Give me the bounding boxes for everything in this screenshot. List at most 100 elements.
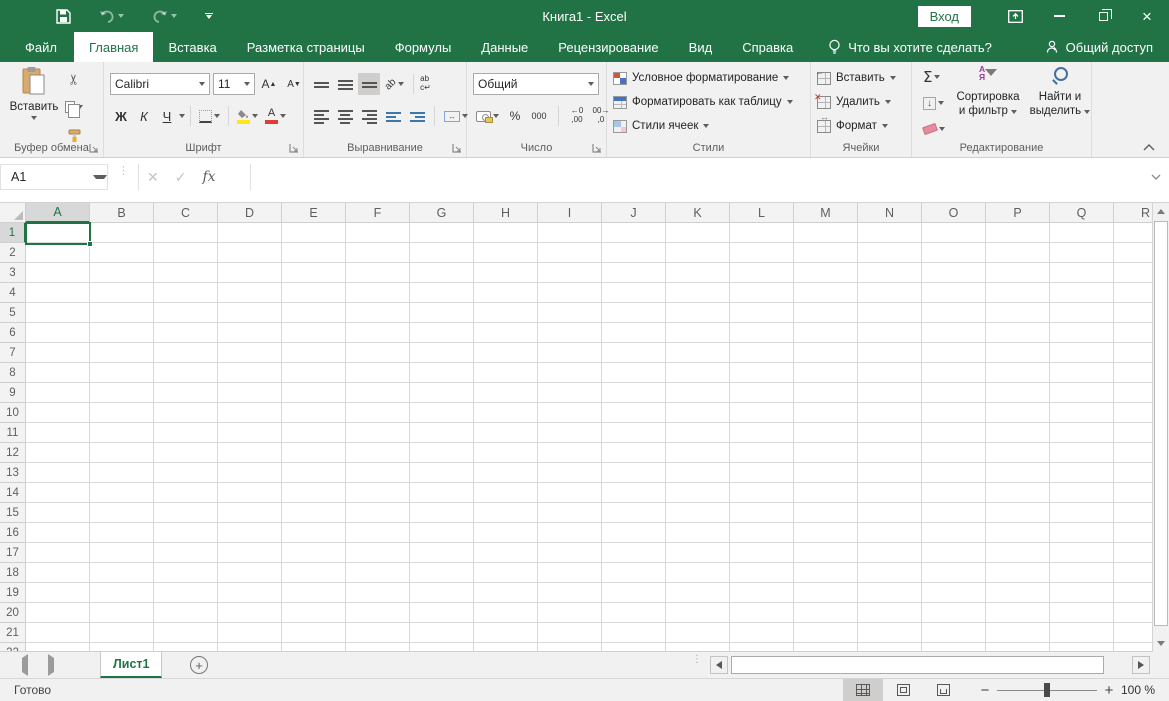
cell-H14[interactable] [474, 483, 538, 503]
paste-button[interactable]: Вставить [8, 66, 60, 144]
hscroll-left-button[interactable] [710, 656, 728, 674]
cell-I14[interactable] [538, 483, 602, 503]
cell-L6[interactable] [730, 323, 794, 343]
cell-I9[interactable] [538, 383, 602, 403]
accounting-format-button[interactable] [473, 105, 502, 127]
cell-O13[interactable] [922, 463, 986, 483]
cell-H5[interactable] [474, 303, 538, 323]
cell-D2[interactable] [218, 243, 282, 263]
fill-color-button[interactable] [234, 105, 261, 127]
cell-Q9[interactable] [1050, 383, 1114, 403]
cell-E15[interactable] [282, 503, 346, 523]
cell-O14[interactable] [922, 483, 986, 503]
zoom-in-button[interactable]: + [1101, 682, 1117, 699]
comma-style-button[interactable]: 000 [528, 105, 550, 127]
column-header-O[interactable]: O [922, 203, 986, 223]
cell-M14[interactable] [794, 483, 858, 503]
cell-N10[interactable] [858, 403, 922, 423]
cell-P20[interactable] [986, 603, 1050, 623]
cell-P1[interactable] [986, 223, 1050, 243]
cell-L22[interactable] [730, 643, 794, 652]
cell-G1[interactable] [410, 223, 474, 243]
cell-G17[interactable] [410, 543, 474, 563]
cell-styles-button[interactable]: Стили ячеек [613, 115, 793, 137]
cell-K7[interactable] [666, 343, 730, 363]
cell-J15[interactable] [602, 503, 666, 523]
cell-Q2[interactable] [1050, 243, 1114, 263]
cell-G22[interactable] [410, 643, 474, 652]
column-header-A[interactable]: A [26, 203, 90, 223]
cell-J7[interactable] [602, 343, 666, 363]
cell-H3[interactable] [474, 263, 538, 283]
cell-R22[interactable] [1114, 643, 1152, 652]
name-box[interactable]: A1 [0, 164, 108, 190]
cell-D10[interactable] [218, 403, 282, 423]
cell-N21[interactable] [858, 623, 922, 643]
cell-A16[interactable] [26, 523, 90, 543]
cell-E6[interactable] [282, 323, 346, 343]
cell-R7[interactable] [1114, 343, 1152, 363]
next-sheet-button[interactable] [48, 658, 54, 672]
cell-G6[interactable] [410, 323, 474, 343]
cell-L3[interactable] [730, 263, 794, 283]
percent-style-button[interactable]: % [506, 105, 524, 127]
cell-F22[interactable] [346, 643, 410, 652]
cell-P15[interactable] [986, 503, 1050, 523]
cell-L7[interactable] [730, 343, 794, 363]
cell-O4[interactable] [922, 283, 986, 303]
cell-N2[interactable] [858, 243, 922, 263]
cell-D21[interactable] [218, 623, 282, 643]
cell-B4[interactable] [90, 283, 154, 303]
cell-J8[interactable] [602, 363, 666, 383]
cell-O22[interactable] [922, 643, 986, 652]
number-dialog-launcher[interactable] [592, 143, 602, 153]
cell-F20[interactable] [346, 603, 410, 623]
cell-Q17[interactable] [1050, 543, 1114, 563]
cell-B14[interactable] [90, 483, 154, 503]
cell-I12[interactable] [538, 443, 602, 463]
cell-R2[interactable] [1114, 243, 1152, 263]
font-name-combo[interactable]: Calibri [110, 73, 210, 95]
cell-C12[interactable] [154, 443, 218, 463]
row-header-4[interactable]: 4 [0, 283, 26, 303]
cell-O12[interactable] [922, 443, 986, 463]
cell-G15[interactable] [410, 503, 474, 523]
cell-Q7[interactable] [1050, 343, 1114, 363]
ribbon-tab-Формулы[interactable]: Формулы [380, 32, 467, 62]
cell-H22[interactable] [474, 643, 538, 652]
cell-J12[interactable] [602, 443, 666, 463]
cell-G7[interactable] [410, 343, 474, 363]
cell-M9[interactable] [794, 383, 858, 403]
align-left-button[interactable] [310, 105, 332, 127]
cell-N6[interactable] [858, 323, 922, 343]
column-header-B[interactable]: B [90, 203, 154, 223]
cell-J3[interactable] [602, 263, 666, 283]
cell-K16[interactable] [666, 523, 730, 543]
cell-A12[interactable] [26, 443, 90, 463]
cell-M20[interactable] [794, 603, 858, 623]
cell-H8[interactable] [474, 363, 538, 383]
ribbon-tab-Данные[interactable]: Данные [466, 32, 543, 62]
cell-J2[interactable] [602, 243, 666, 263]
cell-N4[interactable] [858, 283, 922, 303]
cell-P11[interactable] [986, 423, 1050, 443]
cell-H19[interactable] [474, 583, 538, 603]
new-sheet-button[interactable]: + [190, 656, 208, 674]
cell-F19[interactable] [346, 583, 410, 603]
cell-K13[interactable] [666, 463, 730, 483]
cell-E22[interactable] [282, 643, 346, 652]
cell-G10[interactable] [410, 403, 474, 423]
row-header-7[interactable]: 7 [0, 343, 26, 363]
cell-M1[interactable] [794, 223, 858, 243]
font-color-button[interactable]: А [262, 105, 289, 127]
cell-N13[interactable] [858, 463, 922, 483]
cell-A17[interactable] [26, 543, 90, 563]
cell-I19[interactable] [538, 583, 602, 603]
cell-Q11[interactable] [1050, 423, 1114, 443]
cell-L20[interactable] [730, 603, 794, 623]
cell-P4[interactable] [986, 283, 1050, 303]
cell-P21[interactable] [986, 623, 1050, 643]
cell-L12[interactable] [730, 443, 794, 463]
minimize-button[interactable] [1037, 0, 1081, 32]
row-header-19[interactable]: 19 [0, 583, 26, 603]
